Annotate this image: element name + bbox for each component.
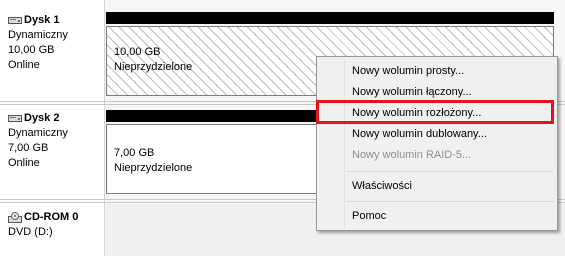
disk-icon (8, 17, 22, 24)
cdrom-info[interactable]: CD-ROM 0 DVD (D:) (8, 210, 78, 240)
menu-item-new-raid5-volume: Nowy wolumin RAID-5... (352, 149, 472, 161)
disk-icon (8, 115, 22, 122)
menu-separator (347, 201, 553, 202)
menu-item-new-simple-volume[interactable]: Nowy wolumin prosty... (319, 61, 555, 81)
cdrom-name-row: CD-ROM 0 (8, 210, 78, 225)
disk-1-bar (106, 12, 554, 24)
disk-1-status: Online (8, 59, 40, 71)
disk-2-volume-size: 7,00 GB (114, 147, 155, 159)
disk-1-volume-text: 10,00 GB Nieprzydzielone (114, 45, 192, 75)
disk-1-volume-state: Nieprzydzielone (114, 61, 193, 73)
context-menu: Nowy wolumin prosty... Nowy wolumin łącz… (316, 56, 558, 231)
disk-1-info[interactable]: Dysk 1 Dynamiczny 10,00 GB Online (8, 13, 68, 73)
disk-1-type: Dynamiczny (8, 29, 68, 41)
disk-2-volume-state: Nieprzydzielone (114, 162, 193, 174)
disk-2-status: Online (8, 157, 40, 169)
disk-1-name-row: Dysk 1 (8, 13, 68, 28)
disk-1-size: 10,00 GB (8, 44, 55, 56)
disk-list-panel: Dysk 1 Dynamiczny 10,00 GB Online Dysk 2… (0, 0, 105, 256)
disk-1-name: Dysk 1 (24, 14, 60, 26)
cdrom-type: DVD (D:) (8, 226, 53, 238)
menu-item-new-spanned-volume[interactable]: Nowy wolumin łączony... (319, 82, 555, 102)
disk-2-size: 7,00 GB (8, 142, 49, 154)
highlight-box (316, 100, 554, 124)
menu-item-new-mirrored-volume[interactable]: Nowy wolumin dublowany... (319, 124, 555, 144)
menu-separator (347, 171, 553, 172)
disk-2-type: Dynamiczny (8, 127, 68, 139)
cdrom-icon (8, 211, 22, 223)
menu-item-properties[interactable]: Właściwości (319, 176, 555, 196)
disk-2-volume-text: 7,00 GB Nieprzydzielone (114, 146, 192, 176)
disk-2-info[interactable]: Dysk 2 Dynamiczny 7,00 GB Online (8, 111, 68, 171)
cdrom-name: CD-ROM 0 (24, 211, 79, 223)
disk-1-volume-size: 10,00 GB (114, 46, 161, 58)
disk-2-name: Dysk 2 (24, 112, 60, 124)
menu-item-help[interactable]: Pomoc (319, 206, 555, 226)
disk-2-name-row: Dysk 2 (8, 111, 68, 126)
